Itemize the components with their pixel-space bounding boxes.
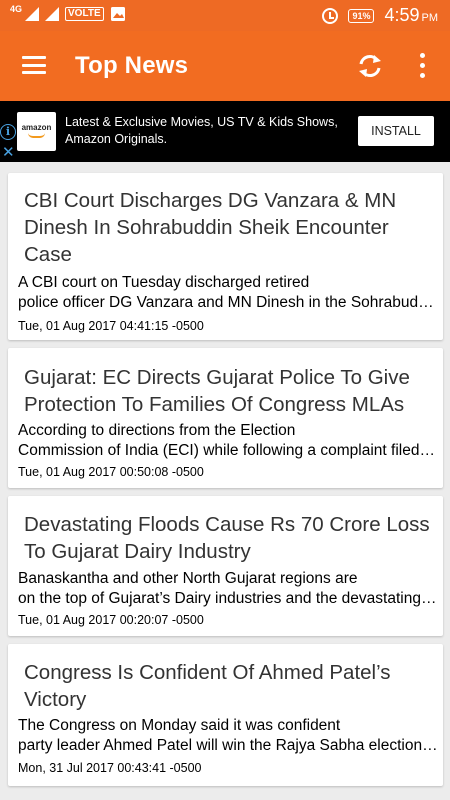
battery-indicator: 91% [348,8,375,23]
clock: 4:59 PM [384,5,438,26]
news-card[interactable]: Gujarat: EC Directs Gujarat Police To Gi… [8,348,443,488]
ad-logo-text: amazon [21,123,52,132]
news-description-line1: Banaskantha and other North Gujarat regi… [18,570,358,587]
more-options-icon[interactable] [414,53,430,81]
ad-banner[interactable]: i ✕ amazon Latest & Exclusive Movies, US… [0,101,450,162]
news-description: A CBI court on Tuesday discharged retire… [18,273,438,313]
page-title: Top News [75,52,189,79]
news-date: Tue, 01 Aug 2017 00:50:08 -0500 [18,465,204,479]
volte-badge: VOLTE [65,7,104,21]
news-description-line1: The Congress on Monday said it was confi… [18,717,341,734]
news-description-line2: party leader Ahmed Patel will win the Ra… [18,737,438,754]
news-card[interactable]: Devastating Floods Cause Rs 70 Crore Los… [8,496,443,636]
app-bar: Top News [0,31,450,101]
news-title: Devastating Floods Cause Rs 70 Crore Los… [24,513,430,563]
news-description-line1: According to directions from the Electio… [18,422,296,439]
news-description: Banaskantha and other North Gujarat regi… [18,569,438,609]
install-button[interactable]: INSTALL [358,116,434,146]
amazon-smile-icon [28,133,45,138]
news-date: Tue, 01 Aug 2017 00:20:07 -0500 [18,613,204,627]
clock-ampm: PM [421,12,439,24]
news-title: CBI Court Discharges DG Vanzara & MN Din… [24,189,397,266]
news-description-line2: on the top of Gujarat’s Dairy industries… [18,590,438,607]
status-bar: 4G VOLTE 91% 4:59 PM [0,0,450,31]
alarm-icon [322,7,339,24]
clock-time: 4:59 [384,5,420,25]
news-card[interactable]: Congress Is Confident Of Ahmed Patel’s V… [8,644,443,786]
ad-close-icon[interactable]: ✕ [2,143,15,161]
menu-icon[interactable] [22,56,46,74]
signal-icon: 4G [10,4,40,21]
network-type-label: 4G [10,4,23,14]
news-description-line2: Commission of India (ECI) while followin… [18,442,438,459]
news-title: Gujarat: EC Directs Gujarat Police To Gi… [24,366,410,416]
news-date: Tue, 01 Aug 2017 04:41:15 -0500 [18,319,204,333]
refresh-icon[interactable] [355,51,385,81]
news-description-line1: A CBI court on Tuesday discharged retire… [18,274,310,291]
news-feed[interactable]: CBI Court Discharges DG Vanzara & MN Din… [0,162,450,800]
news-card[interactable]: CBI Court Discharges DG Vanzara & MN Din… [8,173,443,340]
news-title: Congress Is Confident Of Ahmed Patel’s V… [24,661,391,711]
ad-info-icon[interactable]: i [0,124,16,140]
ad-logo: amazon [17,112,56,151]
news-description: The Congress on Monday said it was confi… [18,716,438,756]
image-notification-icon [110,7,125,21]
news-date: Mon, 31 Jul 2017 00:43:41 -0500 [18,761,202,775]
ad-text: Latest & Exclusive Movies, US TV & Kids … [65,115,338,146]
news-description: According to directions from the Electio… [18,421,438,461]
signal-icon-secondary [45,7,60,21]
news-description-line2: police officer DG Vanzara and MN Dinesh … [18,294,438,311]
